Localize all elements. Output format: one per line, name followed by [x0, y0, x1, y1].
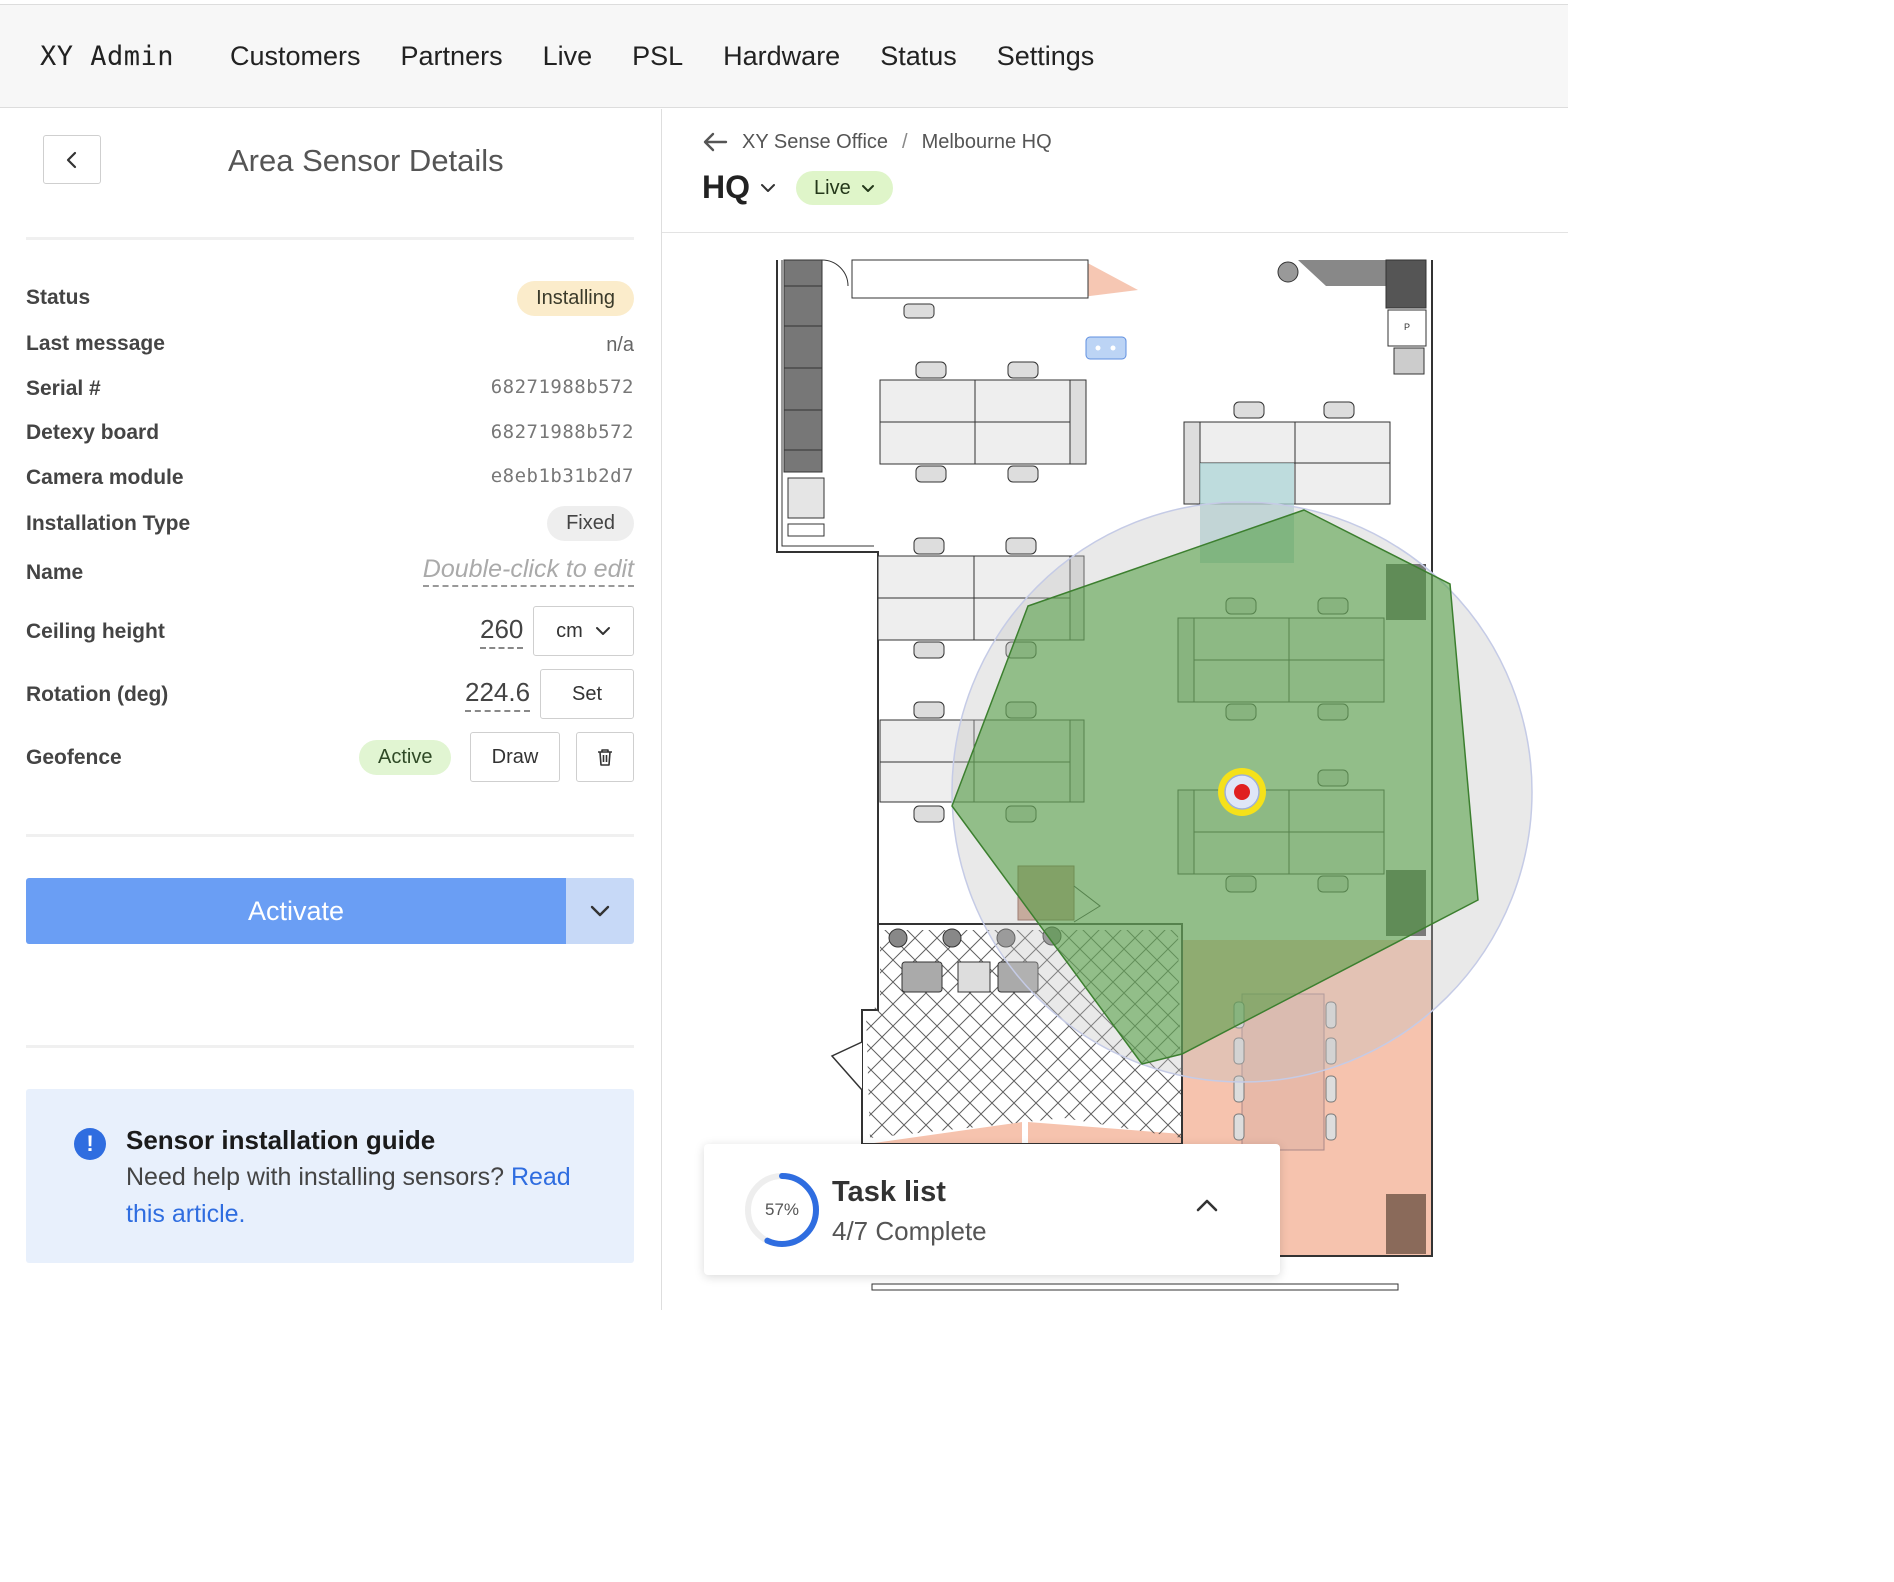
panel-title: Area Sensor Details	[228, 143, 504, 178]
breadcrumb: XY Sense Office / Melbourne HQ	[742, 131, 1052, 154]
sensor-details-panel: Area Sensor Details Status Installing La…	[0, 109, 661, 1310]
nav-item-live[interactable]: Live	[543, 41, 593, 72]
top-nav: XY Admin Customers Partners Live PSL Har…	[0, 4, 1568, 108]
brand-logo[interactable]: XY Admin	[40, 41, 174, 72]
activate-options-button[interactable]	[566, 878, 634, 944]
rotation-set-button[interactable]: Set	[540, 669, 634, 719]
nav-item-partners[interactable]: Partners	[401, 41, 503, 72]
task-list-card[interactable]: 57% Task list 4/7 Complete	[704, 1144, 1280, 1275]
nav-item-settings[interactable]: Settings	[997, 41, 1095, 72]
sensor-marker[interactable]	[1218, 768, 1266, 816]
nav-item-psl[interactable]: PSL	[632, 41, 683, 72]
nav-item-customers[interactable]: Customers	[230, 41, 361, 72]
activate-split-button: Activate	[26, 878, 634, 944]
nav-item-hardware[interactable]: Hardware	[723, 41, 840, 72]
rotation-label: Rotation (deg)	[26, 683, 169, 706]
installation-type-badge: Fixed	[547, 506, 634, 541]
back-button[interactable]	[43, 135, 101, 184]
task-list-subtitle: 4/7 Complete	[832, 1216, 987, 1246]
svg-text:P: P	[1404, 322, 1410, 332]
guide-title: Sensor installation guide	[126, 1125, 436, 1155]
detexy-board-label: Detexy board	[26, 421, 160, 444]
divider	[26, 834, 634, 837]
floor-status-value: Live	[814, 176, 851, 199]
chevron-down-icon	[595, 627, 610, 635]
status-label: Status	[26, 286, 91, 309]
guide-text: Need help with installing sensors?	[126, 1163, 511, 1191]
ceiling-unit-value: cm	[556, 619, 583, 642]
last-message-value: n/a	[606, 334, 634, 356]
breadcrumb-site[interactable]: Melbourne HQ	[922, 131, 1052, 154]
divider	[26, 237, 634, 240]
floor-header: XY Sense Office / Melbourne HQ HQ Live	[662, 109, 1568, 233]
task-progress-percent: 57%	[764, 1200, 800, 1219]
trash-icon	[598, 749, 612, 766]
task-list-title: Task list	[832, 1176, 946, 1208]
serial-value: 68271988b572	[490, 376, 634, 398]
floor-status-select[interactable]: Live	[796, 171, 893, 205]
geofence-delete-button[interactable]	[576, 732, 634, 782]
ceiling-height-input[interactable]: 260	[480, 614, 524, 649]
geofence-label: Geofence	[26, 746, 122, 769]
name-field[interactable]: Double-click to edit	[422, 555, 634, 587]
chevron-left-icon	[66, 151, 77, 168]
last-message-label: Last message	[26, 332, 165, 355]
floor-name: HQ	[702, 169, 750, 205]
ceiling-height-label: Ceiling height	[26, 620, 165, 643]
chevron-down-icon	[590, 905, 610, 917]
breadcrumb-separator: /	[902, 131, 908, 153]
camera-module-label: Camera module	[26, 466, 184, 489]
divider	[26, 1045, 634, 1048]
geofence-status-badge: Active	[359, 740, 452, 775]
camera-module-value: e8eb1b31b2d7	[490, 465, 634, 487]
ceiling-unit-select[interactable]: cm	[533, 606, 634, 656]
guide-body: Need help with installing sensors? Read …	[126, 1159, 606, 1233]
installation-guide-callout: ! Sensor installation guide Need help wi…	[26, 1089, 634, 1263]
nav-links: Customers Partners Live PSL Hardware Sta…	[230, 41, 1094, 72]
serial-label: Serial #	[26, 377, 101, 400]
activate-button[interactable]: Activate	[26, 878, 566, 944]
name-label: Name	[26, 561, 84, 584]
installation-type-label: Installation Type	[26, 512, 191, 535]
chevron-down-icon	[861, 184, 874, 192]
geofence-draw-button[interactable]: Draw	[470, 732, 560, 782]
status-badge: Installing	[517, 281, 634, 316]
breadcrumb-building[interactable]: XY Sense Office	[742, 131, 888, 154]
detexy-board-value: 68271988b572	[490, 421, 634, 443]
floor-selector[interactable]: HQ	[702, 169, 776, 206]
info-icon: !	[74, 1128, 106, 1160]
chevron-up-icon[interactable]	[1194, 1196, 1220, 1214]
rotation-input[interactable]: 224.6	[465, 677, 531, 712]
chevron-down-icon	[761, 183, 775, 192]
nav-item-status[interactable]: Status	[880, 41, 957, 72]
arrow-left-icon[interactable]	[702, 131, 728, 153]
